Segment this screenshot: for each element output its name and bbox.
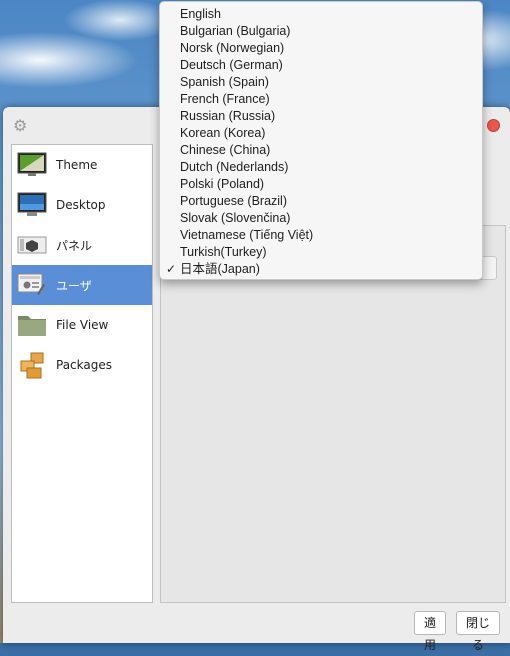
panel-icon xyxy=(16,230,48,260)
sidebar-item-label: Packages xyxy=(56,358,112,372)
language-option-label: Bulgarian (Bulgaria) xyxy=(180,24,291,38)
language-option[interactable]: Spanish (Spain) xyxy=(160,74,482,91)
sidebar-item-desktop[interactable]: Desktop xyxy=(12,185,152,225)
sidebar: Theme Desktop パネル ユーザ File View Packages xyxy=(11,144,153,603)
language-option[interactable]: Vietnamese (Tiếng Việt) xyxy=(160,227,482,244)
language-option[interactable]: Deutsch (German) xyxy=(160,57,482,74)
language-option[interactable]: Portuguese (Brazil) xyxy=(160,193,482,210)
close-window-button[interactable] xyxy=(487,119,500,132)
sidebar-item-label: File View xyxy=(56,318,109,332)
language-option-selected[interactable]: ✓ 日本語(Japan) xyxy=(160,261,482,278)
language-option[interactable]: English xyxy=(160,6,482,23)
language-option-label: Russian (Russia) xyxy=(180,109,276,123)
sidebar-item-label: パネル xyxy=(56,238,93,253)
language-dropdown: English Bulgarian (Bulgaria) Norsk (Norw… xyxy=(159,1,483,280)
sidebar-item-file-view[interactable]: File View xyxy=(12,305,152,345)
language-option[interactable]: Chinese (China) xyxy=(160,142,482,159)
language-option-label: Turkish(Turkey) xyxy=(180,245,267,259)
language-option[interactable]: Russian (Russia) xyxy=(160,108,482,125)
language-option[interactable]: Slovak (Slovenčina) xyxy=(160,210,482,227)
sidebar-item-packages[interactable]: Packages xyxy=(12,345,152,385)
language-option-label: Dutch (Nederlands) xyxy=(180,160,289,174)
language-option-label: Polski (Poland) xyxy=(180,177,265,191)
language-option-label: Spanish (Spain) xyxy=(180,75,269,89)
language-option-label: Slovak (Slovenčina) xyxy=(180,211,291,225)
language-option-label: Chinese (China) xyxy=(180,143,271,157)
language-option-label: Portuguese (Brazil) xyxy=(180,194,287,208)
user-icon xyxy=(16,270,48,300)
sidebar-item-label: Desktop xyxy=(56,198,106,212)
sidebar-item-theme[interactable]: Theme xyxy=(12,145,152,185)
language-option-label: Korean (Korea) xyxy=(180,126,266,140)
language-option[interactable]: Polski (Poland) xyxy=(160,176,482,193)
theme-icon xyxy=(16,150,48,180)
apply-button[interactable]: 適用 xyxy=(414,611,446,652)
sidebar-item-user[interactable]: ユーザ xyxy=(12,265,152,305)
gear-icon[interactable]: ⚙ xyxy=(13,118,29,134)
user-settings-panel xyxy=(160,225,506,603)
language-option[interactable]: Korean (Korea) xyxy=(160,125,482,142)
language-option[interactable]: French (France) xyxy=(160,91,482,108)
language-option-label: Vietnamese (Tiếng Việt) xyxy=(180,228,314,242)
language-option-label: Norsk (Norwegian) xyxy=(180,41,285,55)
language-option-label: 日本語(Japan) xyxy=(180,262,260,276)
language-option[interactable]: Turkish(Turkey) xyxy=(160,244,482,261)
language-option[interactable]: Bulgarian (Bulgaria) xyxy=(160,23,482,40)
language-option[interactable]: Dutch (Nederlands) xyxy=(160,159,482,176)
folder-icon xyxy=(16,310,48,340)
close-button[interactable]: 閉じる xyxy=(456,611,500,652)
sidebar-item-panel[interactable]: パネル xyxy=(12,225,152,265)
language-option-label: French (France) xyxy=(180,92,270,106)
language-option-label: English xyxy=(180,7,221,21)
language-option[interactable]: Norsk (Norwegian) xyxy=(160,40,482,57)
checkmark-icon: ✓ xyxy=(166,262,177,276)
packages-icon xyxy=(16,350,48,380)
desktop-icon xyxy=(16,190,48,220)
language-option-label: Deutsch (German) xyxy=(180,58,283,72)
sidebar-item-label: Theme xyxy=(56,158,98,172)
sidebar-item-label: ユーザ xyxy=(56,278,92,293)
